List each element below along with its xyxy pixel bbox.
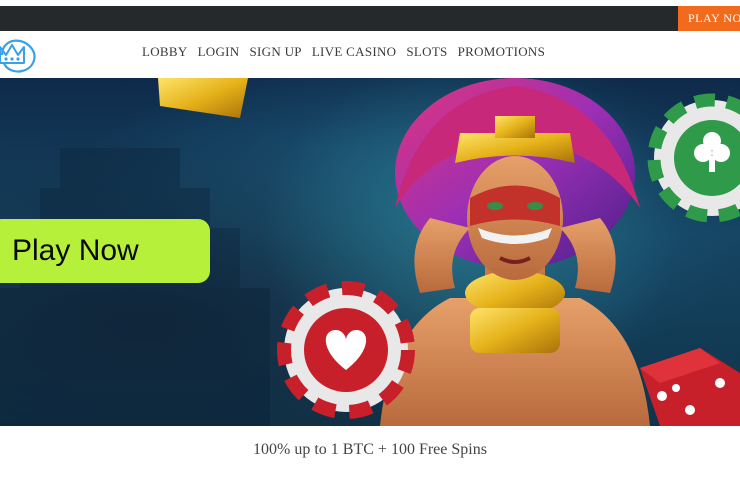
red-poker-chip-icon	[277, 281, 415, 419]
red-dice-icon	[640, 348, 740, 426]
nav-item-login[interactable]: LOGIN	[198, 44, 240, 60]
nav-item-sign-up[interactable]: SIGN UP	[250, 44, 302, 60]
promo-tagline: 100% up to 1 BTC + 100 Free Spins	[253, 441, 487, 458]
temple-silhouette	[0, 148, 270, 426]
play-now-top-button[interactable]: PLAY NOW	[678, 6, 740, 31]
gold-gem-icon	[158, 78, 248, 118]
header: LOBBY LOGIN SIGN UP LIVE CASINO SLOTS PR…	[0, 31, 740, 78]
play-now-button[interactable]: Play Now	[0, 219, 210, 283]
nav-item-promotions[interactable]: PROMOTIONS	[458, 44, 546, 60]
logo-crown-icon[interactable]	[0, 33, 42, 77]
main-nav: LOBBY LOGIN SIGN UP LIVE CASINO SLOTS PR…	[142, 44, 555, 60]
nav-item-slots[interactable]: SLOTS	[406, 44, 447, 60]
green-poker-chip-icon	[647, 93, 740, 223]
page: PLAY NOW LOBBY LOGIN SIGN UP LIVE CASINO…	[0, 0, 740, 500]
nav-item-live-casino[interactable]: LIVE CASINO	[312, 44, 397, 60]
hero-banner[interactable]: Play Now	[0, 78, 740, 426]
top-bar: PLAY NOW	[0, 6, 740, 31]
nav-item-lobby[interactable]: LOBBY	[142, 44, 188, 60]
